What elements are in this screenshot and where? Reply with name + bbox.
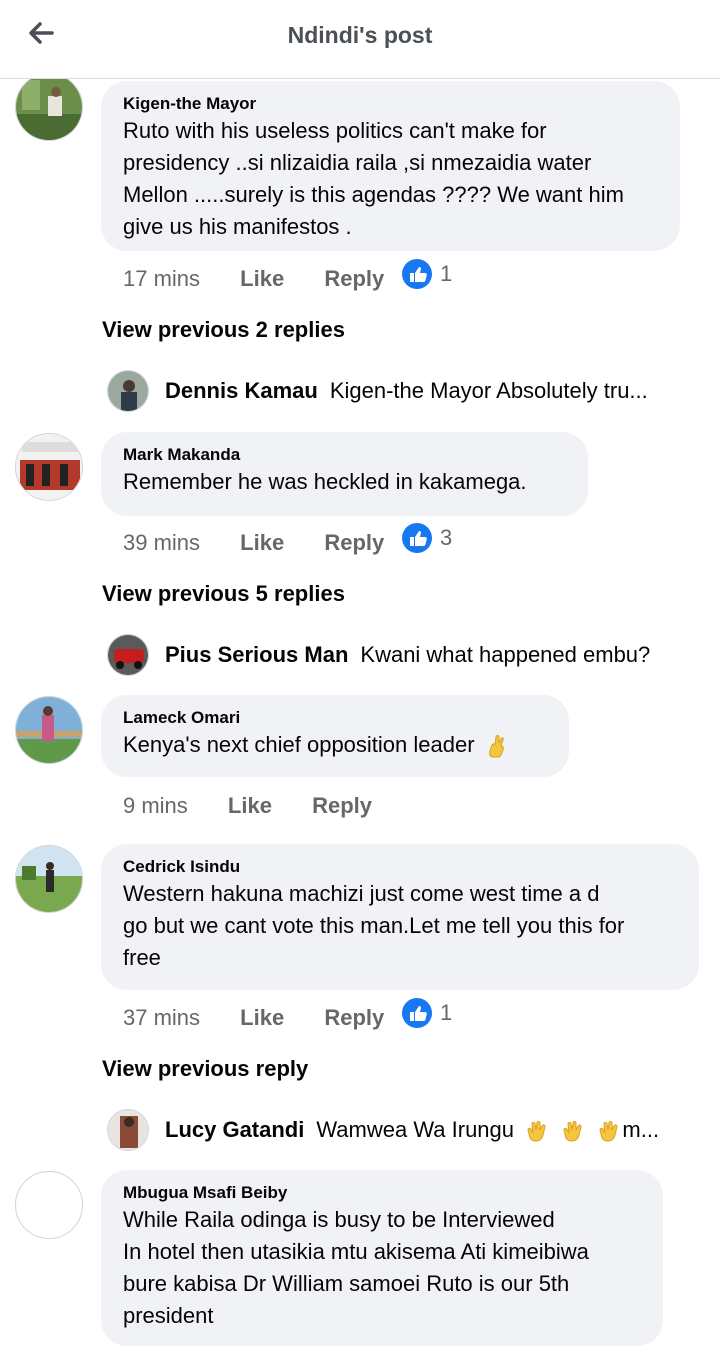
clapping-hands-emoji xyxy=(560,1118,586,1144)
clapping-hands-emoji xyxy=(596,1118,622,1144)
comment-author[interactable]: Lameck Omari xyxy=(123,707,547,729)
comment-line: Ruto with his useless politics can't mak… xyxy=(123,118,547,143)
comment-meta: 39 mins Like Reply xyxy=(123,528,384,558)
comment-line: go but we cant vote this man.Let me tell… xyxy=(123,913,625,938)
comment-time: 39 mins xyxy=(123,530,201,555)
comment-text: Kenya's next chief opposition leader xyxy=(123,729,547,761)
comment-author[interactable]: Mark Makanda xyxy=(123,444,566,466)
like-button[interactable]: Like xyxy=(240,1003,284,1033)
comment-time: 37 mins xyxy=(123,1005,201,1030)
comment-bubble[interactable]: Mark Makanda Remember he was heckled in … xyxy=(101,432,588,516)
comment-line: Mellon .....surely is this agendas ???? … xyxy=(123,182,624,207)
reply-button[interactable]: Reply xyxy=(324,1003,384,1033)
avatar[interactable] xyxy=(107,1109,149,1151)
reply-author[interactable]: Dennis Kamau xyxy=(165,378,318,403)
reactions[interactable]: 1 xyxy=(402,998,452,1032)
reply-preview-text: Dennis Kamau Kigen-the Mayor Absolutely t… xyxy=(165,376,648,406)
avatar[interactable] xyxy=(15,79,83,141)
comment-line: free xyxy=(123,945,161,970)
reply-preview[interactable]: Lucy Gatandi Wamwea Wa Irungu m... xyxy=(107,1109,707,1151)
reply-button[interactable]: Reply xyxy=(324,264,384,294)
avatar[interactable] xyxy=(15,845,83,913)
like-reaction-icon xyxy=(402,259,432,289)
reply-snippet: Wamwea Wa Irungu xyxy=(316,1117,515,1142)
reply-snippet: Kigen-the Mayor Absolutely tru... xyxy=(329,378,648,403)
comment-bubble[interactable]: Mbugua Msafi Beiby While Raila odinga is… xyxy=(101,1170,663,1346)
comment-line: Kenya's next chief opposition leader xyxy=(123,732,475,757)
avatar[interactable] xyxy=(15,1171,83,1239)
comment-meta: 37 mins Like Reply xyxy=(123,1003,384,1033)
reactions[interactable]: 3 xyxy=(402,523,452,557)
view-previous-replies-link[interactable]: View previous 2 replies xyxy=(102,317,345,343)
avatar[interactable] xyxy=(107,370,149,412)
comment-text: Remember he was heckled in kakamega. xyxy=(123,466,566,498)
reactions[interactable]: 1 xyxy=(402,259,452,293)
reply-author[interactable]: Lucy Gatandi xyxy=(165,1117,304,1142)
comment-author[interactable]: Kigen-the Mayor xyxy=(123,93,658,115)
crossed-fingers-emoji xyxy=(485,733,511,759)
comment-line: bure kabisa Dr William samoei Ruto is ou… xyxy=(123,1271,570,1296)
reaction-count: 1 xyxy=(440,1000,453,1025)
reply-button[interactable]: Reply xyxy=(312,791,372,821)
comment-line: In hotel then utasikia mtu akisema Ati k… xyxy=(123,1239,589,1264)
like-reaction-icon xyxy=(402,523,432,553)
comment-line: president xyxy=(123,1303,214,1328)
page-title: Ndindi's post xyxy=(287,22,433,48)
reaction-count: 1 xyxy=(440,261,453,286)
comment-line: give us his manifestos . xyxy=(123,214,352,239)
view-previous-replies-link[interactable]: View previous reply xyxy=(102,1056,308,1082)
comment-author[interactable]: Cedrick Isindu xyxy=(123,856,677,878)
comment-line: Western hakuna machizi just come west ti… xyxy=(123,881,600,906)
reply-snippet: Kwani what happened embu? xyxy=(360,642,651,667)
like-button[interactable]: Like xyxy=(240,264,284,294)
reaction-count: 3 xyxy=(440,525,453,550)
comment-line: Remember he was heckled in kakamega. xyxy=(123,469,527,494)
comments-feed[interactable]: Kigen-the Mayor Ruto with his useless po… xyxy=(0,79,720,1346)
reply-snippet-tail: m... xyxy=(622,1117,660,1142)
reply-preview-text: Pius Serious Man Kwani what happened embu… xyxy=(165,640,650,670)
avatar[interactable] xyxy=(15,696,83,764)
comment-meta: 17 mins Like Reply xyxy=(123,264,384,294)
comment-text: Western hakuna machizi just come west ti… xyxy=(123,878,677,974)
comment-meta: 9 mins Like Reply xyxy=(123,791,372,821)
reply-button[interactable]: Reply xyxy=(324,528,384,558)
reply-preview-text: Lucy Gatandi Wamwea Wa Irungu m... xyxy=(165,1115,659,1145)
comment-time: 9 mins xyxy=(123,793,188,818)
comment-bubble[interactable]: Kigen-the Mayor Ruto with his useless po… xyxy=(101,81,680,251)
clapping-hands-emoji xyxy=(524,1118,550,1144)
comment-time: 17 mins xyxy=(123,266,201,291)
avatar[interactable] xyxy=(107,634,149,676)
like-reaction-icon xyxy=(402,998,432,1028)
reply-preview[interactable]: Pius Serious Man Kwani what happened embu… xyxy=(107,634,707,676)
comment-text: While Raila odinga is busy to be Intervi… xyxy=(123,1204,641,1332)
avatar[interactable] xyxy=(15,433,83,501)
comment-bubble[interactable]: Lameck Omari Kenya's next chief oppositi… xyxy=(101,695,569,777)
comment-text: Ruto with his useless politics can't mak… xyxy=(123,115,658,243)
post-header: Ndindi's post xyxy=(0,0,720,79)
reply-preview[interactable]: Dennis Kamau Kigen-the Mayor Absolutely t… xyxy=(107,370,707,412)
like-button[interactable]: Like xyxy=(240,528,284,558)
reply-author[interactable]: Pius Serious Man xyxy=(165,642,348,667)
comment-line: While Raila odinga is busy to be Intervi… xyxy=(123,1207,555,1232)
comment-author[interactable]: Mbugua Msafi Beiby xyxy=(123,1182,641,1204)
like-button[interactable]: Like xyxy=(228,791,272,821)
view-previous-replies-link[interactable]: View previous 5 replies xyxy=(102,581,345,607)
comment-line: presidency ..si nlizaidia raila ,si nmez… xyxy=(123,150,592,175)
comment-bubble[interactable]: Cedrick Isindu Western hakuna machizi ju… xyxy=(101,844,699,990)
